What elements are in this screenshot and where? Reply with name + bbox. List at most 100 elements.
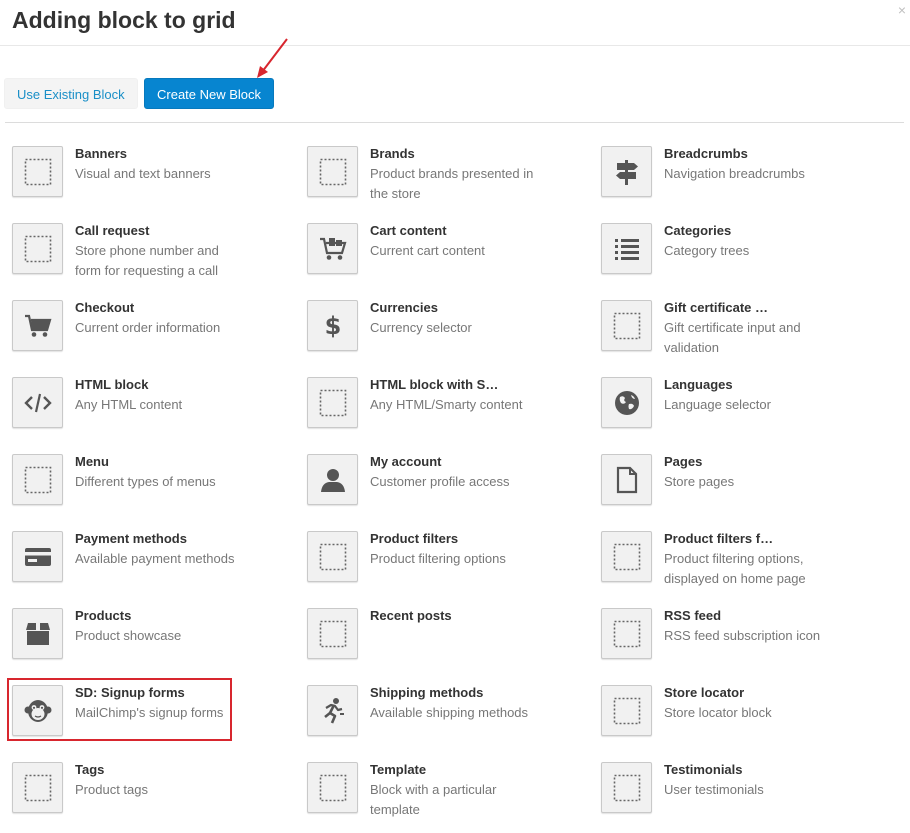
- block-description: Visual and text banners: [75, 166, 211, 181]
- block-description: Customer profile access: [370, 474, 510, 489]
- runner-icon[interactable]: [307, 685, 358, 736]
- cart-full-icon[interactable]: [307, 223, 358, 274]
- dollar-icon[interactable]: $: [307, 300, 358, 351]
- use-existing-block-button[interactable]: Use Existing Block: [4, 78, 138, 109]
- block-name[interactable]: Cart content: [370, 223, 447, 239]
- block-name[interactable]: Banners: [75, 146, 127, 162]
- block-item-call-request[interactable]: Call request Store phone number and form …: [12, 223, 292, 293]
- block-item-banners[interactable]: Banners Visual and text banners: [12, 146, 292, 216]
- block-description: Product brands presented in the store: [370, 166, 534, 201]
- placeholder-icon[interactable]: [601, 685, 652, 736]
- toolbar-divider: [5, 122, 904, 123]
- block-item-brands[interactable]: Brands Product brands presented in the st…: [307, 146, 587, 216]
- cart-icon[interactable]: [12, 300, 63, 351]
- block-name[interactable]: Brands: [370, 146, 415, 162]
- title-divider: [0, 45, 910, 46]
- placeholder-icon[interactable]: [307, 377, 358, 428]
- block-name[interactable]: Menu: [75, 454, 109, 470]
- block-description: Available shipping methods: [370, 705, 529, 720]
- block-item-my-account[interactable]: My account Customer profile access: [307, 454, 587, 524]
- placeholder-icon[interactable]: [601, 300, 652, 351]
- globe-icon[interactable]: [601, 377, 652, 428]
- block-item-template[interactable]: Template Block with a particular template: [307, 762, 587, 832]
- block-item-tags[interactable]: Tags Product tags: [12, 762, 292, 832]
- block-item-payment-methods[interactable]: Payment methods Available payment methods: [12, 531, 292, 601]
- block-name[interactable]: Tags: [75, 762, 104, 778]
- placeholder-icon[interactable]: [601, 531, 652, 582]
- block-description: Product showcase: [75, 628, 182, 643]
- credit-card-icon[interactable]: [12, 531, 63, 582]
- block-item-recent-posts[interactable]: Recent posts: [307, 608, 587, 678]
- user-icon[interactable]: [307, 454, 358, 505]
- block-name[interactable]: Products: [75, 608, 131, 624]
- box-icon[interactable]: [12, 608, 63, 659]
- block-name[interactable]: Recent posts: [370, 608, 452, 624]
- placeholder-icon[interactable]: [12, 223, 63, 274]
- close-icon[interactable]: ×: [898, 2, 906, 18]
- block-name[interactable]: Breadcrumbs: [664, 146, 748, 162]
- page-icon[interactable]: [601, 454, 652, 505]
- placeholder-icon[interactable]: [307, 146, 358, 197]
- monkey-icon[interactable]: [12, 685, 63, 736]
- block-item-rss-feed[interactable]: RSS feed RSS feed subscription icon: [601, 608, 881, 678]
- list-icon[interactable]: [601, 223, 652, 274]
- block-name[interactable]: HTML block with S…: [370, 377, 498, 393]
- block-name[interactable]: Product filters f…: [664, 531, 773, 547]
- block-item-pages[interactable]: Pages Store pages: [601, 454, 881, 524]
- block-item-menu[interactable]: Menu Different types of menus: [12, 454, 292, 524]
- placeholder-icon[interactable]: [307, 531, 358, 582]
- block-item-gift-certificate[interactable]: Gift certificate … Gift certificate input…: [601, 300, 881, 370]
- block-item-cart-content[interactable]: Cart content Current cart content: [307, 223, 587, 293]
- block-item-currencies[interactable]: $ Currencies Currency selector: [307, 300, 587, 370]
- block-description: Block with a particular template: [370, 782, 497, 817]
- block-name[interactable]: Product filters: [370, 531, 458, 547]
- placeholder-icon[interactable]: [12, 454, 63, 505]
- placeholder-icon[interactable]: [12, 146, 63, 197]
- placeholder-icon[interactable]: [12, 762, 63, 813]
- block-description: Different types of menus: [75, 474, 216, 489]
- block-name[interactable]: SD: Signup forms: [75, 685, 185, 701]
- block-name[interactable]: My account: [370, 454, 442, 470]
- block-description: Any HTML content: [75, 397, 183, 412]
- block-description: Product filtering options, displayed on …: [664, 551, 806, 586]
- block-name[interactable]: Payment methods: [75, 531, 187, 547]
- block-item-sd-signup-forms[interactable]: SD: Signup forms MailChimp's signup forms: [12, 685, 292, 755]
- block-item-breadcrumbs[interactable]: Breadcrumbs Navigation breadcrumbs: [601, 146, 881, 216]
- block-name[interactable]: Checkout: [75, 300, 134, 316]
- block-name[interactable]: Call request: [75, 223, 149, 239]
- block-name[interactable]: HTML block: [75, 377, 148, 393]
- block-description: Any HTML/Smarty content: [370, 397, 523, 412]
- block-name[interactable]: Template: [370, 762, 426, 778]
- block-name[interactable]: Currencies: [370, 300, 438, 316]
- block-item-product-filters[interactable]: Product filters Product filtering options: [307, 531, 587, 601]
- block-item-checkout[interactable]: Checkout Current order information: [12, 300, 292, 370]
- block-item-testimonials[interactable]: Testimonials User testimonials: [601, 762, 881, 832]
- code-icon[interactable]: [12, 377, 63, 428]
- block-name[interactable]: Gift certificate …: [664, 300, 768, 316]
- placeholder-icon[interactable]: [601, 762, 652, 813]
- block-item-languages[interactable]: Languages Language selector: [601, 377, 881, 447]
- block-item-product-filters-f[interactable]: Product filters f… Product filtering opti…: [601, 531, 881, 601]
- block-description: Store pages: [664, 474, 735, 489]
- dialog-title: Adding block to grid: [12, 7, 236, 33]
- block-item-shipping-methods[interactable]: Shipping methods Available shipping metho…: [307, 685, 587, 755]
- create-new-block-button[interactable]: Create New Block: [144, 78, 275, 109]
- block-name[interactable]: Languages: [664, 377, 733, 393]
- block-description: Currency selector: [370, 320, 472, 335]
- block-name[interactable]: RSS feed: [664, 608, 721, 624]
- block-item-html-block-with-s[interactable]: HTML block with S… Any HTML/Smarty conten…: [307, 377, 587, 447]
- block-item-html-block[interactable]: HTML block Any HTML content: [12, 377, 292, 447]
- block-item-products[interactable]: Products Product showcase: [12, 608, 292, 678]
- block-name[interactable]: Store locator: [664, 685, 744, 701]
- block-item-categories[interactable]: Categories Category trees: [601, 223, 881, 293]
- block-name[interactable]: Categories: [664, 223, 731, 239]
- signpost-icon[interactable]: [601, 146, 652, 197]
- block-description: Available payment methods: [75, 551, 235, 566]
- placeholder-icon[interactable]: [307, 608, 358, 659]
- block-name[interactable]: Shipping methods: [370, 685, 483, 701]
- block-item-store-locator[interactable]: Store locator Store locator block: [601, 685, 881, 755]
- block-name[interactable]: Pages: [664, 454, 702, 470]
- placeholder-icon[interactable]: [307, 762, 358, 813]
- block-name[interactable]: Testimonials: [664, 762, 743, 778]
- placeholder-icon[interactable]: [601, 608, 652, 659]
